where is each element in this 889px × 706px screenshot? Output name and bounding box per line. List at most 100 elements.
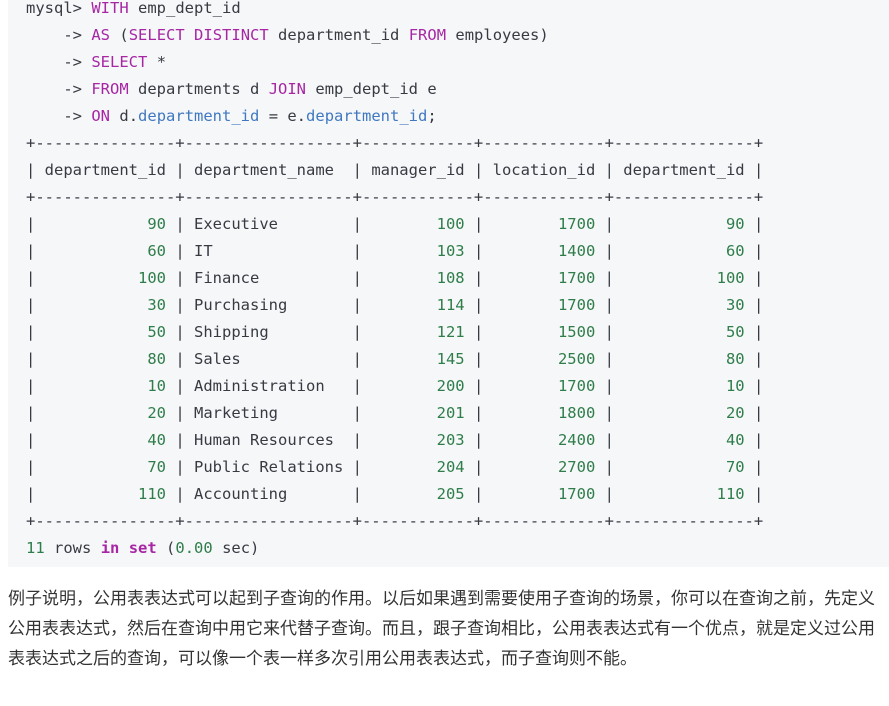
table-cell: 90: [44, 215, 166, 233]
table-cell: 80: [623, 350, 745, 368]
table-border-mid: +---------------+------------------+----…: [26, 188, 764, 206]
header-cells: | department_id | department_name | mana…: [26, 161, 764, 179]
continuation-prompt: ->: [63, 53, 82, 71]
table-cell: 10: [44, 377, 166, 395]
table-border-top: +---------------+------------------+----…: [26, 134, 764, 152]
sql-line-2: -> AS (SELECT DISTINCT department_id FRO…: [63, 26, 548, 44]
keyword-set: set: [128, 539, 157, 557]
table-cell: 100: [371, 215, 465, 233]
keyword-select: SELECT: [128, 26, 185, 44]
table-cell: 1400: [492, 242, 596, 260]
table-cell: 90: [623, 215, 745, 233]
table-cell: 60: [44, 242, 166, 260]
table-cell: 201: [371, 404, 465, 422]
rows-word: rows: [54, 539, 92, 557]
sql-line-1: mysql> WITH emp_dept_id: [26, 0, 241, 17]
table-cell: 30: [44, 296, 166, 314]
table-row: | 40 | Human Resources | 203 | 2400 | 40…: [26, 431, 764, 449]
table-cell: 100: [44, 269, 166, 287]
table-cell: Sales: [194, 350, 344, 368]
table-cell: 145: [371, 350, 465, 368]
keyword-from: FROM: [91, 80, 129, 98]
cte-name: emp_dept_id: [138, 0, 241, 17]
table-cell: 60: [623, 242, 745, 260]
table-cell: 20: [44, 404, 166, 422]
table-cell: 200: [371, 377, 465, 395]
table-cell: 1700: [492, 377, 596, 395]
table-cell: 1500: [492, 323, 596, 341]
table-cell: 40: [623, 431, 745, 449]
table-cell: 50: [623, 323, 745, 341]
table-cell: 2500: [492, 350, 596, 368]
column-header: location_id: [492, 161, 596, 179]
table-row: | 110 | Accounting | 205 | 1700 | 110 |: [26, 485, 764, 503]
keyword-select: SELECT: [91, 53, 148, 71]
table-cell: 50: [44, 323, 166, 341]
column-ref: department_id: [138, 107, 260, 125]
elapsed-time: 0.00: [175, 539, 213, 557]
table-cell: 114: [371, 296, 465, 314]
column-ref: department_id: [306, 107, 428, 125]
column-header: department_id: [623, 161, 745, 179]
explanation-paragraph: 例子说明，公用表表达式可以起到子查询的作用。以后如果遇到需要使用子查询的场景，你…: [8, 589, 875, 669]
time-open: (: [166, 539, 176, 557]
table-cell: Accounting: [194, 485, 344, 503]
table-row: | 50 | Shipping | 121 | 1500 | 50 |: [26, 323, 764, 341]
equals-alias-e: = e.: [259, 107, 307, 125]
code-block: mysql> WITH emp_dept_id -> AS (SELECT DI…: [8, 0, 889, 567]
keyword-distinct: DISTINCT: [194, 26, 269, 44]
table-cell: 108: [371, 269, 465, 287]
table-cell: 204: [371, 458, 465, 476]
table-cell: IT: [194, 242, 344, 260]
keyword-on: ON: [91, 107, 111, 125]
table-cell: 1700: [492, 215, 596, 233]
table-cell: Marketing: [194, 404, 344, 422]
mysql-prompt: mysql>: [26, 0, 82, 17]
keyword-in: in: [100, 539, 120, 557]
table-cell: Public Relations: [194, 458, 344, 476]
table-cell: Purchasing: [194, 296, 344, 314]
table-row: | 20 | Marketing | 201 | 1800 | 20 |: [26, 404, 764, 422]
time-close: sec): [222, 539, 260, 557]
keyword-as: AS: [91, 26, 111, 44]
table-row: | 70 | Public Relations | 204 | 2700 | 7…: [26, 458, 764, 476]
table-cell: 10: [623, 377, 745, 395]
open-paren: (: [119, 26, 129, 44]
continuation-prompt: ->: [63, 107, 82, 125]
column-name: department_id: [278, 26, 400, 44]
table-cell: Shipping: [194, 323, 344, 341]
table-cell: 80: [44, 350, 166, 368]
row-count: 11: [26, 539, 45, 557]
code-text: mysql> WITH emp_dept_id -> AS (SELECT DI…: [26, 0, 763, 562]
table-row: | 100 | Finance | 108 | 1700 | 100 |: [26, 269, 764, 287]
table-cell: 2400: [492, 431, 596, 449]
table-cell: Administration: [194, 377, 344, 395]
table-cell: 1700: [492, 269, 596, 287]
sql-line-4: -> FROM departments d JOIN emp_dept_id e: [63, 80, 436, 98]
join-target: emp_dept_id e: [315, 80, 437, 98]
keyword-join: JOIN: [268, 80, 307, 98]
sql-line-5: -> ON d.department_id = e.department_id;: [63, 107, 436, 125]
table-row: | 80 | Sales | 145 | 2500 | 80 |: [26, 350, 764, 368]
table-cell: Executive: [194, 215, 344, 233]
table-cell: 40: [44, 431, 166, 449]
table-cell: 1700: [492, 485, 596, 503]
table-cell: 20: [623, 404, 745, 422]
table-row: | 30 | Purchasing | 114 | 1700 | 30 |: [26, 296, 764, 314]
keyword-from: FROM: [408, 26, 447, 44]
table-body: | 90 | Executive | 100 | 1700 | 90 | | 6…: [26, 215, 763, 503]
table-name: departments d: [138, 80, 260, 98]
continuation-prompt: ->: [63, 26, 82, 44]
column-header: manager_id: [371, 161, 465, 179]
table-cell: 110: [623, 485, 745, 503]
table-header-row: | department_id | department_name | mana…: [26, 161, 763, 179]
semicolon: ;: [427, 107, 437, 125]
table-cell: 30: [623, 296, 745, 314]
table-cell: 100: [623, 269, 745, 287]
continuation-prompt: ->: [63, 80, 82, 98]
table-cell: 70: [623, 458, 745, 476]
table-row: | 90 | Executive | 100 | 1700 | 90 |: [26, 215, 764, 233]
table-row: | 10 | Administration | 200 | 1700 | 10 …: [26, 377, 764, 395]
table-cell: 110: [44, 485, 166, 503]
column-header: department_id: [44, 161, 166, 179]
